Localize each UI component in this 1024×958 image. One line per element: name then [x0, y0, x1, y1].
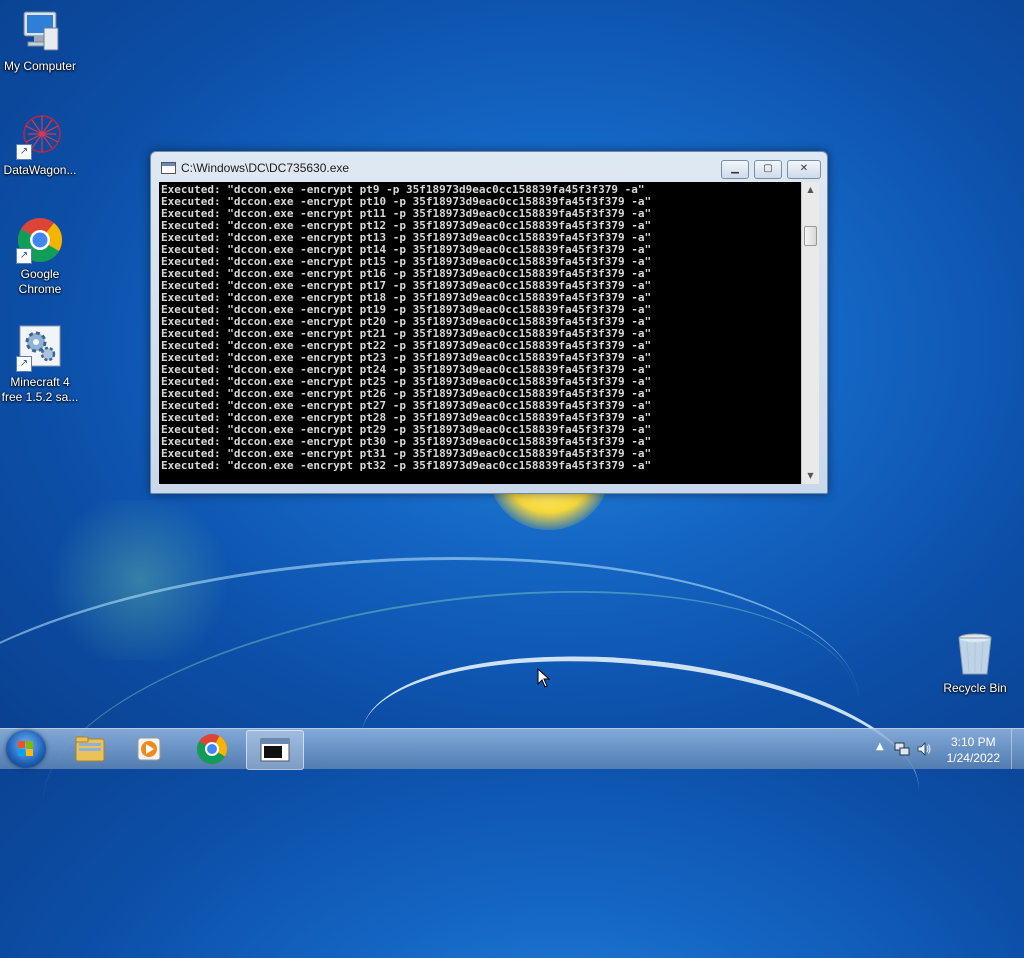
console-output[interactable]: Executed: "dccon.exe -encrypt pt9 -p 35f…	[159, 182, 801, 484]
taskbar: ▲ 3:10 PM 1/24/2022	[0, 728, 1024, 770]
installer-gear-icon: ↗	[16, 324, 64, 372]
network-icon[interactable]	[894, 741, 910, 757]
console-window-icon	[260, 738, 290, 762]
datawagon-icon: ↗	[16, 112, 64, 160]
show-desktop-button[interactable]	[1011, 729, 1024, 769]
shortcut-arrow-icon: ↗	[16, 356, 32, 372]
recycle-bin-icon	[951, 630, 999, 678]
desktop-icon-recycle-bin[interactable]: Recycle Bin	[935, 630, 1015, 696]
windows-logo-icon	[18, 741, 34, 757]
chrome-icon: ↗	[16, 216, 64, 264]
shortcut-arrow-icon: ↗	[16, 144, 32, 160]
close-button[interactable]: ✕	[787, 160, 821, 179]
media-player-icon	[137, 737, 161, 761]
console-line: Executed: "dccon.exe -encrypt pt32 -p 35…	[161, 459, 652, 472]
title-bar[interactable]: C:\Windows\DC\DC735630.exe ▁ ▢ ✕	[151, 152, 827, 182]
clock[interactable]: 3:10 PM 1/24/2022	[947, 734, 1000, 766]
close-icon: ✕	[799, 163, 809, 174]
wallpaper-glow	[40, 500, 240, 660]
desktop-icon-minecraft-installer[interactable]: ↗ Minecraft 4 free 1.5.2 sa...	[0, 324, 80, 405]
vertical-scrollbar[interactable]: ▲ ▼	[801, 182, 819, 484]
desktop-icon-datawagon[interactable]: ↗ DataWagon...	[0, 112, 80, 178]
desktop-icon-label: Recycle Bin	[943, 681, 1007, 695]
minimize-button[interactable]: ▁	[721, 160, 749, 179]
chrome-icon	[196, 734, 228, 765]
start-button[interactable]	[6, 730, 46, 768]
window-title: C:\Windows\DC\DC735630.exe	[181, 161, 350, 175]
clock-date: 1/24/2022	[946, 751, 1000, 765]
shortcut-arrow-icon: ↗	[16, 248, 32, 264]
system-tray: ▲ 3:10 PM 1/24/2022	[864, 729, 1024, 769]
taskbar-media-player[interactable]	[122, 730, 178, 768]
desktop-icon-label: Minecraft 4 free 1.5.2 sa...	[1, 375, 79, 404]
desktop-icon-google-chrome[interactable]: ↗ Google Chrome	[0, 216, 80, 297]
console-window[interactable]: C:\Windows\DC\DC735630.exe ▁ ▢ ✕ Execute…	[150, 151, 828, 494]
scrollbar-thumb[interactable]	[804, 226, 817, 246]
volume-icon[interactable]	[916, 741, 932, 757]
desktop-icon-my-computer[interactable]: My Computer	[0, 8, 80, 74]
mouse-cursor-icon	[537, 668, 551, 688]
taskbar-console[interactable]	[246, 730, 304, 770]
maximize-button[interactable]: ▢	[754, 160, 782, 179]
scroll-up-arrow-icon[interactable]: ▲	[802, 182, 819, 198]
scroll-down-arrow-icon[interactable]: ▼	[802, 468, 819, 484]
desktop-icon-label: Google Chrome	[18, 267, 62, 296]
desktop-icon-label: DataWagon...	[3, 163, 77, 177]
console-window-icon	[161, 162, 176, 174]
taskbar-chrome[interactable]	[184, 730, 240, 768]
minimize-icon: ▁	[731, 163, 739, 174]
desktop-icon-label: My Computer	[3, 59, 77, 73]
taskbar-explorer[interactable]	[62, 730, 118, 768]
computer-icon	[16, 8, 64, 56]
folder-icon	[75, 736, 105, 762]
show-hidden-icons-chevron-icon[interactable]: ▲	[876, 741, 884, 752]
clock-time: 3:10 PM	[950, 735, 996, 749]
maximize-icon: ▢	[763, 163, 773, 174]
